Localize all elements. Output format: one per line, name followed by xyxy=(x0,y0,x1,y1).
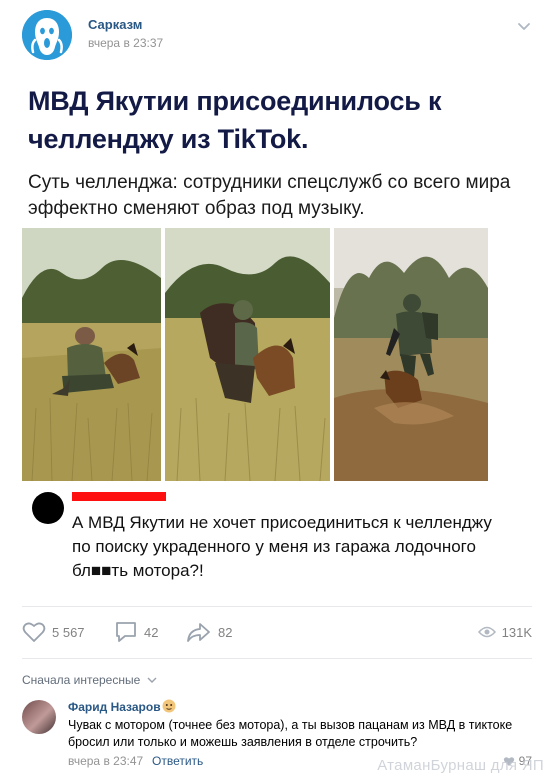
chevron-down-icon xyxy=(147,677,157,683)
meme-headline: МВД Якутии присоединилось к челленджу из… xyxy=(28,86,442,154)
comment-time[interactable]: вчера в 23:47 xyxy=(68,754,143,768)
community-avatar[interactable] xyxy=(22,10,72,60)
redacted-name-bar xyxy=(72,492,166,501)
commenter-name[interactable]: Фарид Назаров xyxy=(68,700,161,714)
commenter-avatar[interactable] xyxy=(22,700,56,734)
photo-officer-transforming xyxy=(165,228,330,481)
eye-icon xyxy=(477,626,496,638)
quote-text: А МВД Якутии не хочет присоединиться к ч… xyxy=(72,513,492,580)
scream-avatar-icon xyxy=(22,10,72,60)
comment-icon xyxy=(116,622,136,642)
views-count: 131K xyxy=(501,624,532,640)
comment-sort-dropdown[interactable]: Сначала интересные xyxy=(22,673,157,687)
photo-collage[interactable] xyxy=(22,228,488,481)
tweet-quote: А МВД Якутии не хочет присоединиться к ч… xyxy=(22,481,492,601)
comment-text: Чувак с мотором (точнее без мотора), а т… xyxy=(68,718,513,749)
community-name[interactable]: Сарказм xyxy=(88,17,142,32)
heart-icon xyxy=(22,622,46,642)
divider xyxy=(22,658,532,659)
face-emoji-icon xyxy=(162,699,176,713)
meme-subline: Суть челленджа: сотрудники спецслужб со … xyxy=(28,172,511,219)
photo-officer-kneeling xyxy=(22,228,161,481)
post-actions: 5 567 42 82 131K xyxy=(22,620,532,644)
reply-button[interactable]: Ответить xyxy=(152,754,203,768)
comment-count: 42 xyxy=(144,624,159,640)
post-header: Сарказм вчера в 23:37 xyxy=(22,10,532,60)
photo-officer-with-dog xyxy=(334,228,488,481)
share-button[interactable]: 82 xyxy=(186,620,232,644)
watermark: АтаманБурнаш для ЯП xyxy=(377,757,544,774)
like-button[interactable]: 5 567 xyxy=(22,620,85,644)
chevron-down-icon[interactable] xyxy=(516,18,532,34)
share-icon xyxy=(187,623,210,642)
sort-label: Сначала интересные xyxy=(22,673,141,687)
divider xyxy=(22,606,532,607)
views-counter: 131K xyxy=(477,620,532,644)
share-count: 82 xyxy=(218,624,233,640)
quote-avatar-dot xyxy=(32,492,64,524)
post-time[interactable]: вчера в 23:37 xyxy=(88,36,163,50)
comment-button[interactable]: 42 xyxy=(114,620,158,644)
like-count: 5 567 xyxy=(52,624,85,640)
